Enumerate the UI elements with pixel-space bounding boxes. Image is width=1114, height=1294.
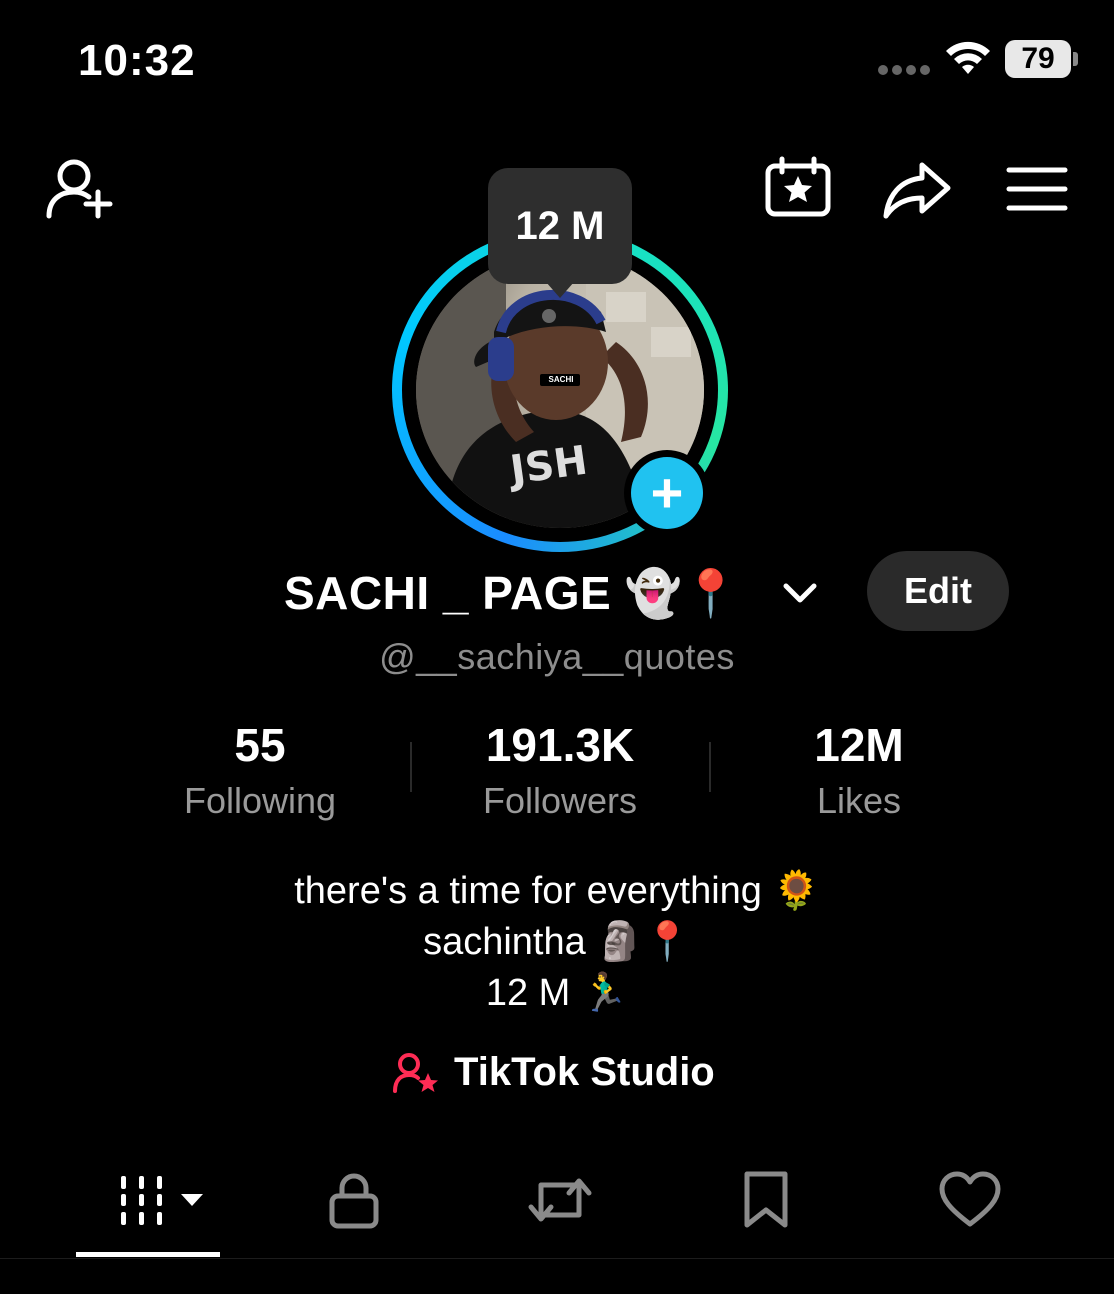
bio-line: there's a time for everything 🌻: [294, 870, 820, 912]
account-switcher-button[interactable]: [780, 576, 820, 610]
active-tab-indicator: [76, 1252, 220, 1257]
bookmark-icon: [744, 1171, 788, 1228]
stat-likes[interactable]: 12M Likes: [709, 718, 1009, 822]
favorites-calendar-button[interactable]: [764, 156, 832, 218]
tab-bar-divider: [0, 1258, 1114, 1259]
tab-videos[interactable]: [76, 1168, 220, 1232]
status-time: 10:32: [78, 36, 196, 85]
grid-videos-icon: [121, 1176, 162, 1225]
stat-value: 55: [234, 719, 286, 771]
tab-private[interactable]: [314, 1168, 394, 1232]
calendar-star-icon: [765, 156, 831, 217]
heart-icon: [939, 1171, 1001, 1227]
wifi-icon: [944, 40, 992, 76]
tab-reposts[interactable]: [520, 1168, 600, 1232]
stat-value: 191.3K: [485, 719, 635, 771]
bio-line: sachintha 🗿📍: [423, 921, 691, 963]
share-arrow-icon: [883, 162, 951, 219]
tab-liked[interactable]: [930, 1168, 1010, 1232]
bio[interactable]: there's a time for everything 🌻 sachinth…: [0, 866, 1114, 1019]
tiktok-studio-link[interactable]: TikTok Studio: [392, 1050, 715, 1095]
battery-nub: [1073, 52, 1078, 66]
tab-favorites[interactable]: [726, 1168, 806, 1232]
display-name: SACHI _ PAGE 👻📍: [284, 567, 741, 619]
edit-profile-button[interactable]: Edit: [867, 551, 1009, 631]
tooltip-tail: [546, 282, 574, 298]
stat-label: Likes: [816, 780, 902, 821]
share-profile-button[interactable]: [882, 160, 952, 220]
stat-label: Followers: [482, 780, 638, 821]
stat-label: Following: [183, 780, 337, 821]
stat-following[interactable]: 55 Following: [110, 718, 410, 822]
caret-down-icon: [181, 1194, 203, 1206]
stat-value: 12M: [814, 719, 904, 771]
bio-line: 12 M 🏃‍♂️: [485, 972, 629, 1014]
avatar-tooltip: 12 M: [488, 168, 632, 284]
avatar-caption: SACHI: [548, 375, 574, 384]
studio-person-star-icon: [393, 1052, 438, 1093]
lock-icon: [329, 1173, 379, 1229]
menu-button[interactable]: [1006, 166, 1068, 212]
add-friend-button[interactable]: [44, 154, 120, 224]
stat-followers[interactable]: 191.3K Followers: [410, 718, 710, 822]
hamburger-menu-icon: [1006, 167, 1068, 211]
add-story-button[interactable]: +: [624, 450, 710, 536]
username: @__sachiya__quotes: [379, 636, 735, 677]
repost-icon: [528, 1178, 592, 1222]
battery-indicator: 79: [1005, 40, 1071, 78]
studio-label: TikTok Studio: [454, 1050, 715, 1094]
cellular-signal-icon: [878, 65, 932, 75]
person-plus-icon: [46, 159, 113, 219]
chevron-down-icon: [783, 583, 817, 603]
plus-icon: +: [631, 457, 703, 529]
